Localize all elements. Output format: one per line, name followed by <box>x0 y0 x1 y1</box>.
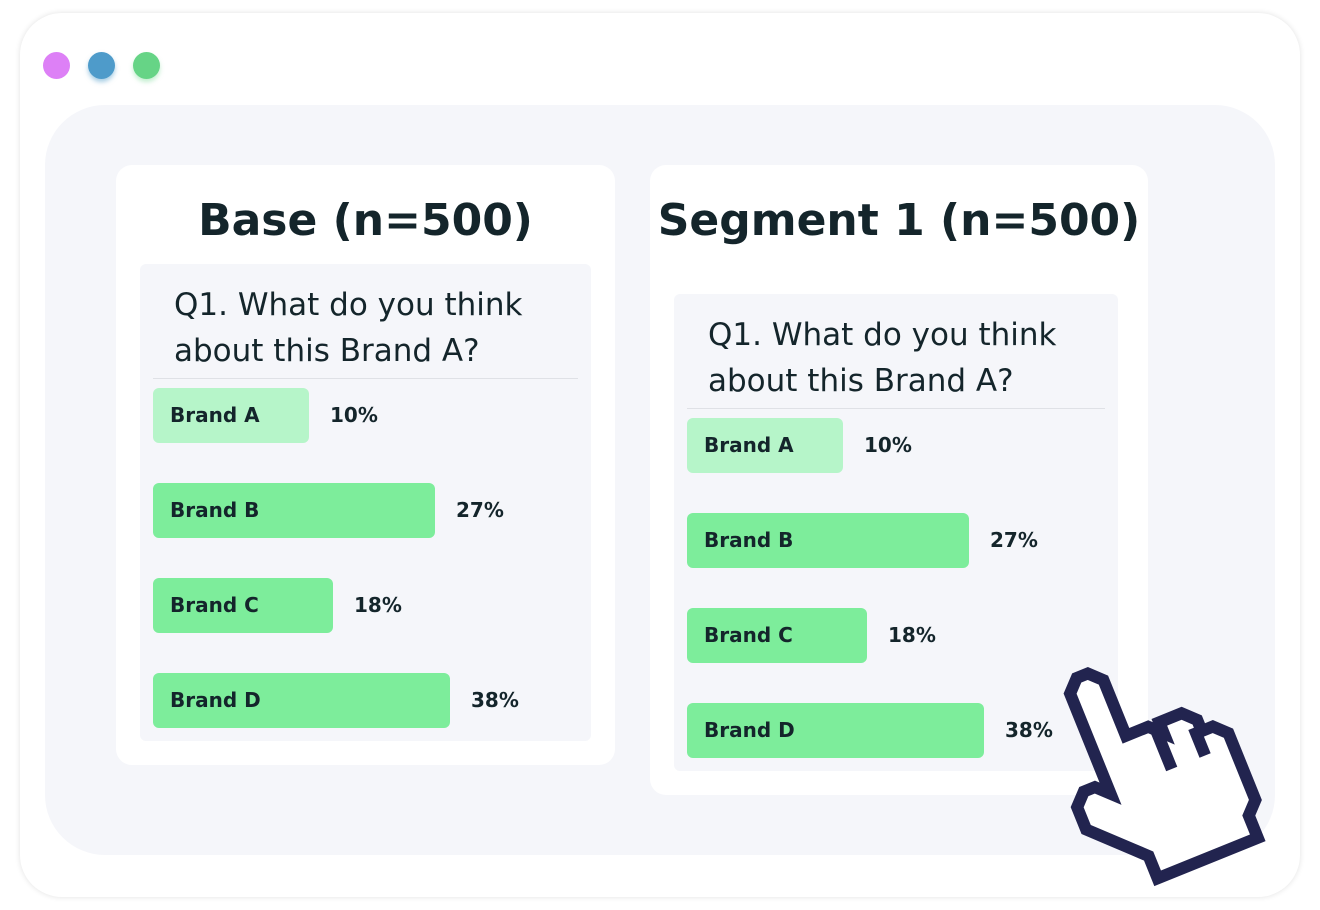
bar-brand-c[interactable]: Brand C <box>153 578 333 633</box>
bar-label: Brand D <box>704 718 795 742</box>
question-box: Q1. What do you think about this Brand A… <box>140 264 591 741</box>
bar-brand-c[interactable]: Brand C <box>687 608 867 663</box>
bar-brand-b[interactable]: Brand B <box>153 483 435 538</box>
window-dot-minimize[interactable] <box>88 52 115 79</box>
bar-brand-b[interactable]: Brand B <box>687 513 969 568</box>
chart-title: Base (n=500) <box>198 195 533 246</box>
question-text: Q1. What do you think about this Brand A… <box>174 287 523 369</box>
divider <box>687 408 1105 409</box>
pointer-hand-icon <box>1063 667 1266 887</box>
bar-label: Brand A <box>704 433 794 457</box>
bar-label: Brand B <box>170 498 260 522</box>
bar-label: Brand D <box>170 688 261 712</box>
bar-label: Brand B <box>704 528 794 552</box>
bar-label: Brand A <box>170 403 260 427</box>
question-text: Q1. What do you think about this Brand A… <box>708 317 1057 399</box>
data-label: 38% <box>471 688 519 712</box>
window-dot-close[interactable] <box>43 52 70 79</box>
window-dot-maximize[interactable] <box>133 52 160 79</box>
data-label: 10% <box>330 403 378 427</box>
bar-brand-a[interactable]: Brand A <box>687 418 843 473</box>
data-label: 27% <box>456 498 504 522</box>
chart-title: Segment 1 (n=500) <box>657 195 1141 246</box>
bar-label: Brand C <box>704 623 793 647</box>
bar-brand-a[interactable]: Brand A <box>153 388 309 443</box>
divider <box>153 378 578 379</box>
data-label: 10% <box>864 433 912 457</box>
data-label: 18% <box>354 593 402 617</box>
bar-label: Brand C <box>170 593 259 617</box>
bar-brand-d[interactable]: Brand D <box>687 703 984 758</box>
data-label: 18% <box>888 623 936 647</box>
bar-brand-d[interactable]: Brand D <box>153 673 450 728</box>
chart-card-base: Base (n=500) Q1. What do you think about… <box>116 165 615 765</box>
data-label: 27% <box>990 528 1038 552</box>
